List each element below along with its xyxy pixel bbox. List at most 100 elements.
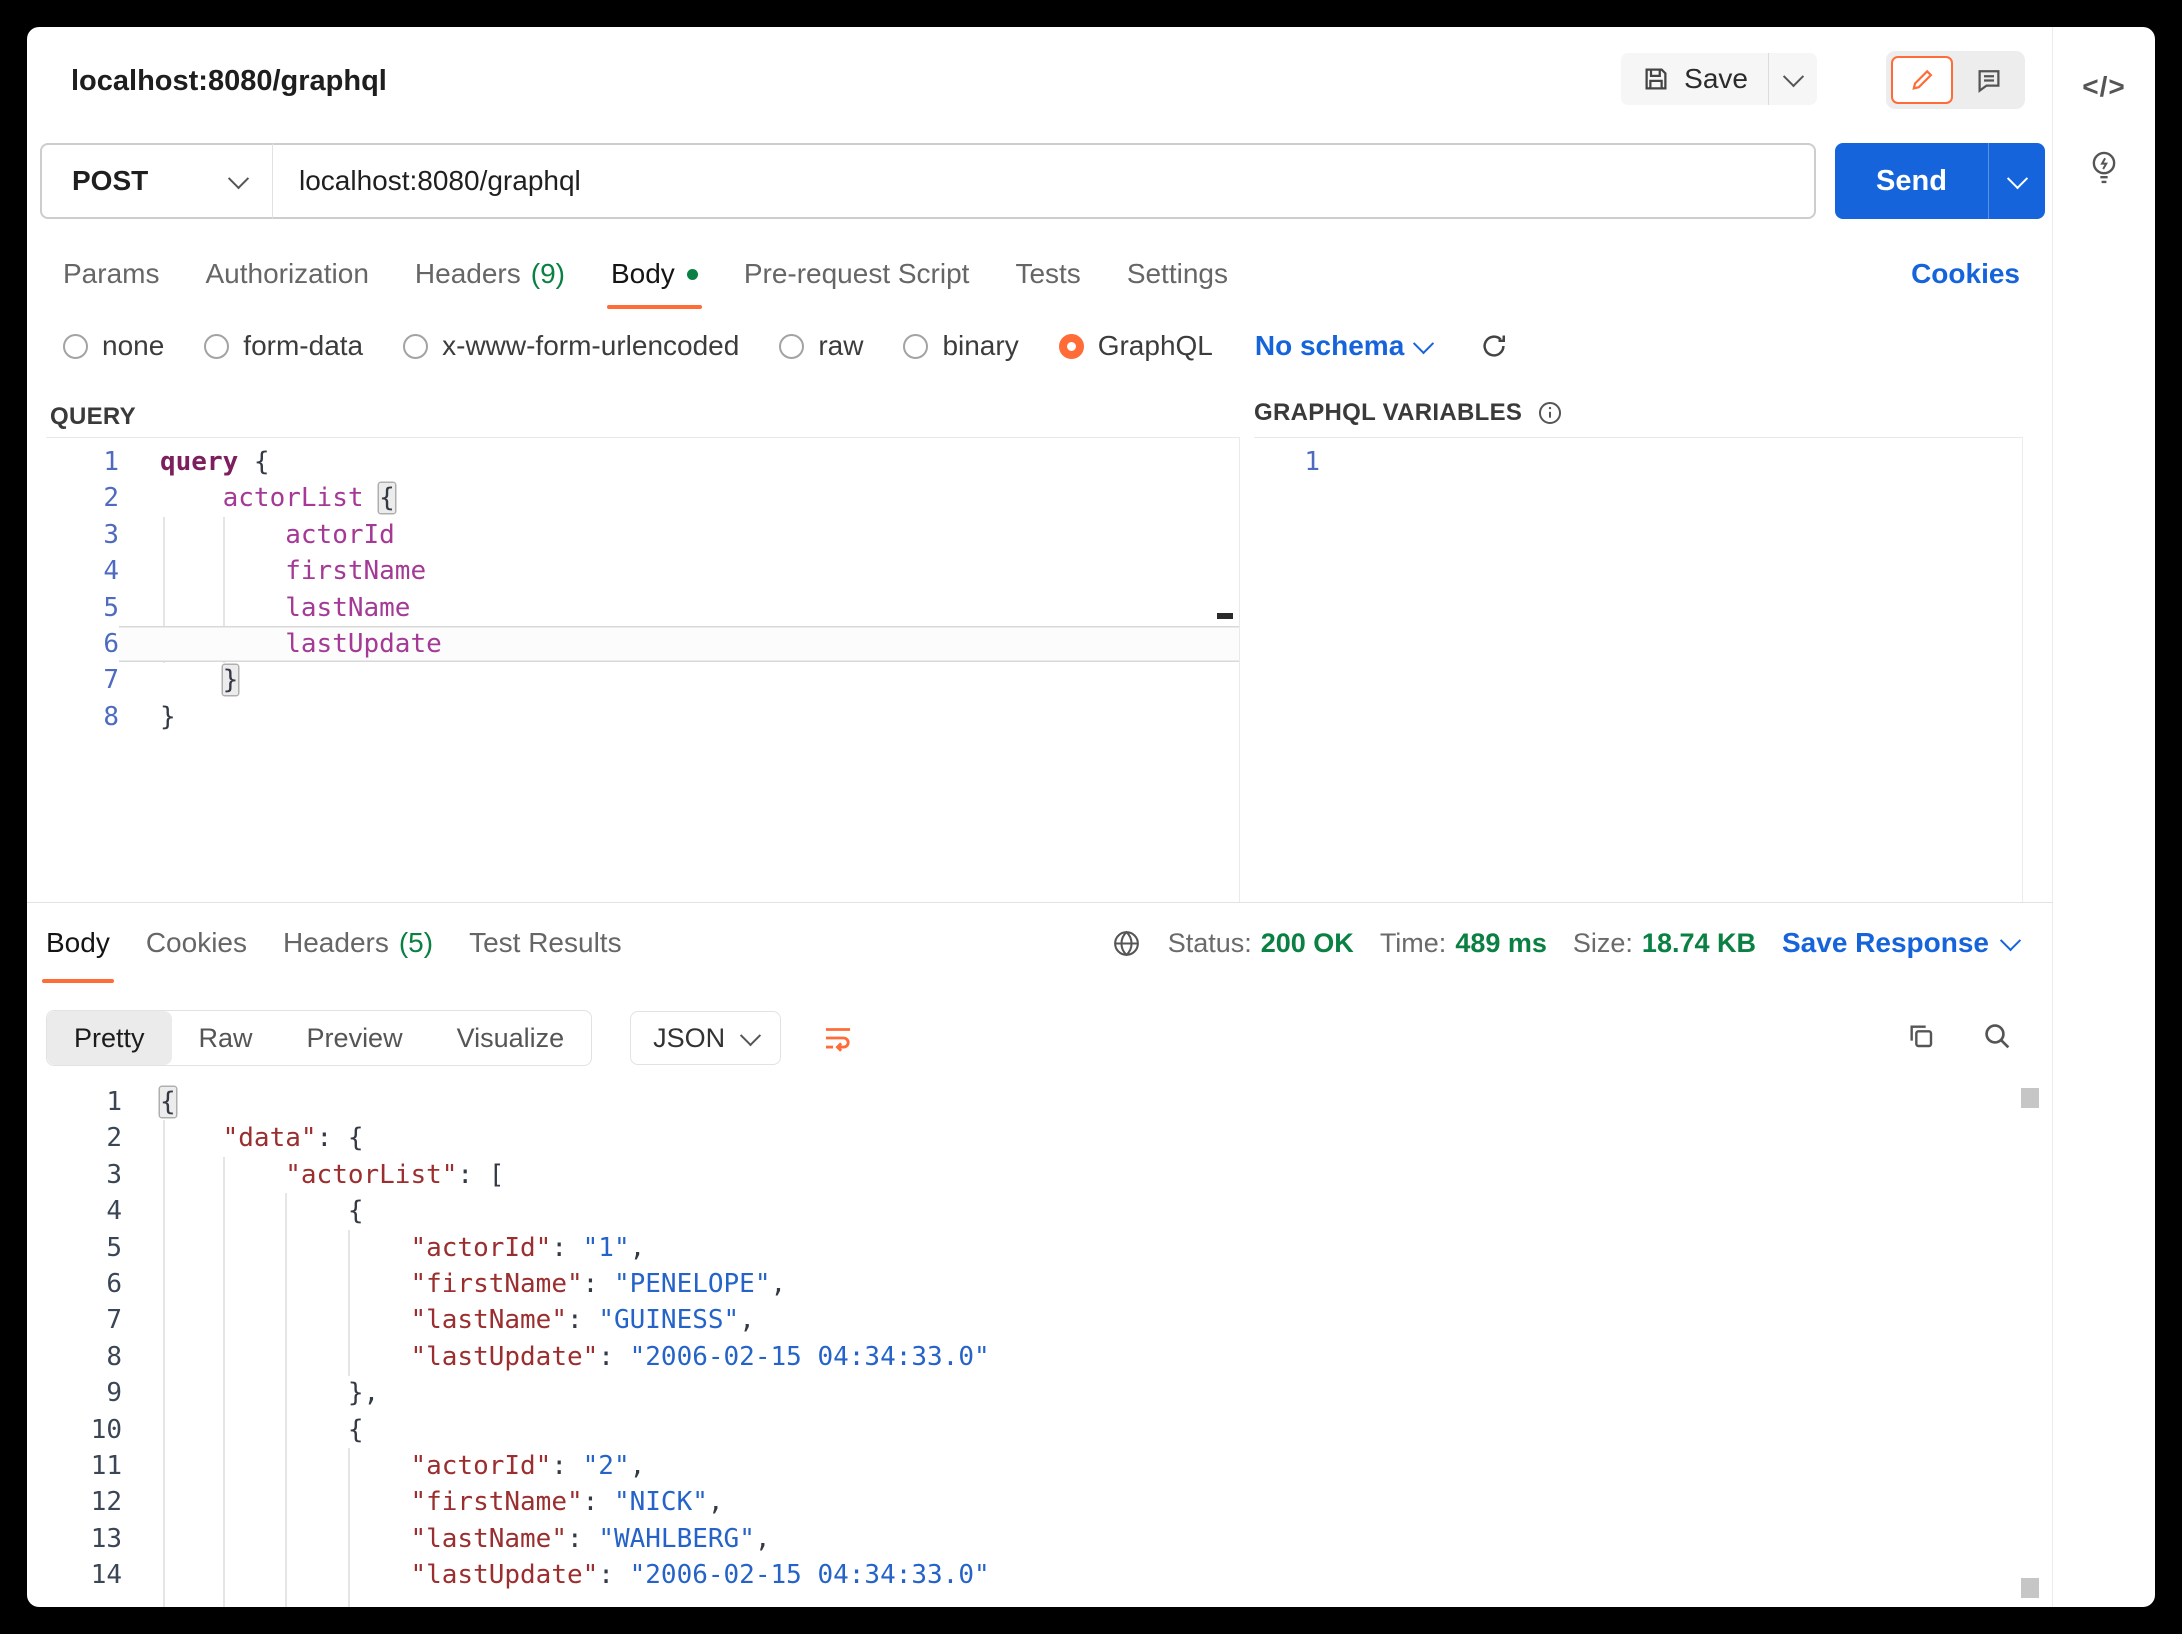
format-value: JSON — [653, 1023, 725, 1054]
send-label: Send — [1876, 165, 1947, 198]
comment-button[interactable] — [1958, 56, 2020, 104]
url-input[interactable]: localhost:8080/graphql — [273, 143, 1816, 219]
response-view-switch: Pretty Raw Preview Visualize — [46, 1010, 592, 1066]
request-title: localhost:8080/graphql — [71, 65, 387, 98]
refresh-schema-button[interactable] — [1479, 331, 1509, 361]
code-text: actorId — [119, 517, 1239, 553]
response-body-editor[interactable]: 1{2 "data": {3 "actorList": [4 {5 "actor… — [27, 1082, 2053, 1607]
line-number: 13 — [27, 1521, 122, 1557]
view-label: Pretty — [74, 1023, 145, 1054]
response-time: Time:489 ms — [1380, 928, 1547, 959]
body-mode-none[interactable]: none — [63, 330, 164, 362]
tab-pre-request-script[interactable]: Pre-request Script — [744, 239, 970, 309]
line-number: 3 — [46, 517, 119, 553]
body-mode-row: none form-data x-www-form-urlencoded raw bin… — [27, 315, 2053, 377]
response-tab-cookies[interactable]: Cookies — [146, 903, 247, 983]
line-number: 10 — [27, 1412, 122, 1448]
body-mode-x-www-form-urlencoded[interactable]: x-www-form-urlencoded — [403, 330, 739, 362]
line-number: 9 — [27, 1375, 122, 1411]
response-toolbar: Pretty Raw Preview Visualize JSON — [27, 999, 2053, 1077]
body-mode-raw[interactable]: raw — [779, 330, 863, 362]
tab-settings[interactable]: Settings — [1127, 239, 1228, 309]
chevron-down-icon — [1413, 333, 1434, 354]
line-number: 7 — [46, 662, 119, 698]
view-raw[interactable]: Raw — [172, 1011, 280, 1065]
info-icon[interactable] — [1536, 399, 1564, 427]
edit-button[interactable] — [1891, 56, 1953, 104]
body-mode-binary[interactable]: binary — [903, 330, 1018, 362]
save-button[interactable]: Save — [1621, 53, 1768, 105]
tab-label: Settings — [1127, 258, 1228, 290]
code-text: "lastUpdate": "2006-02-15 04:34:33.0" — [122, 1339, 2053, 1375]
query-editor[interactable]: 1query {2 actorList {3 actorId4 firstNam… — [46, 437, 1240, 902]
code-line-1: 1query { — [46, 444, 1239, 480]
line-number: 11 — [27, 1448, 122, 1484]
code-line-1: 1 — [1254, 444, 2022, 480]
code-line-2: 2 actorList { — [46, 480, 1239, 516]
size-value: 18.74 KB — [1642, 928, 1756, 959]
code-snippet-icon[interactable]: </> — [2082, 71, 2125, 103]
send-button[interactable]: Send — [1835, 143, 1988, 219]
schema-select[interactable]: No schema — [1255, 330, 1431, 362]
code-text: "firstName": "PENELOPE", — [122, 1266, 2053, 1302]
code-text: query { — [119, 444, 1239, 480]
view-visualize[interactable]: Visualize — [430, 1011, 592, 1065]
request-header: localhost:8080/graphql Save — [27, 27, 2053, 133]
view-pretty[interactable]: Pretty — [47, 1011, 172, 1065]
tab-authorization[interactable]: Authorization — [205, 239, 368, 309]
save-response-button[interactable]: Save Response — [1782, 927, 2018, 959]
search-button[interactable] — [1981, 1020, 2013, 1057]
code-line-8: 8} — [46, 699, 1239, 735]
response-tab-test-results[interactable]: Test Results — [469, 903, 622, 983]
code-line-12: 12 "firstName": "NICK", — [27, 1484, 2053, 1520]
wrap-text-button[interactable] — [821, 1021, 855, 1055]
line-number: 8 — [27, 1339, 122, 1375]
code-text: "actorId": "2", — [122, 1448, 2053, 1484]
save-options-button[interactable] — [1768, 53, 1817, 105]
response-tab-body[interactable]: Body — [46, 903, 110, 983]
time-label: Time: — [1380, 928, 1447, 959]
mode-label: binary — [942, 330, 1018, 362]
tab-label: Pre-request Script — [744, 258, 970, 290]
line-number: 6 — [46, 626, 119, 662]
tab-label: Params — [63, 258, 159, 290]
graphql-editors: QUERY 1query {2 actorList {3 actorId4 fi… — [27, 391, 2053, 903]
lightbulb-icon[interactable] — [2087, 149, 2121, 192]
tab-headers[interactable]: Headers(9) — [415, 239, 565, 309]
tab-tests[interactable]: Tests — [1015, 239, 1080, 309]
status-label: Status: — [1168, 928, 1252, 959]
body-mode-form-data[interactable]: form-data — [204, 330, 363, 362]
format-select[interactable]: JSON — [630, 1011, 781, 1065]
response-size: Size:18.74 KB — [1573, 928, 1756, 959]
code-text: lastName — [119, 590, 1239, 626]
view-preview[interactable]: Preview — [280, 1011, 430, 1065]
line-number: 4 — [27, 1193, 122, 1229]
view-label: Preview — [307, 1023, 403, 1054]
tab-body[interactable]: Body — [611, 239, 698, 309]
variables-editor[interactable]: 1 — [1254, 437, 2023, 902]
method-select[interactable]: POST — [40, 143, 273, 219]
mode-label: raw — [818, 330, 863, 362]
body-mode-graphql[interactable]: GraphQL — [1059, 330, 1213, 362]
tab-count: (5) — [399, 927, 433, 959]
chevron-down-icon — [1782, 66, 1803, 87]
code-text: "lastUpdate": "2006-02-15 04:34:33.0" — [122, 1557, 2053, 1593]
copy-button[interactable] — [1905, 1020, 1937, 1057]
code-text: { — [122, 1412, 2053, 1448]
code-line-6: 6 "firstName": "PENELOPE", — [27, 1266, 2053, 1302]
line-number: 1 — [27, 1084, 122, 1120]
send-options-button[interactable] — [1988, 143, 2045, 219]
cookies-link[interactable]: Cookies — [1911, 258, 2020, 290]
request-url-row: POST localhost:8080/graphql Send — [40, 143, 2045, 219]
schema-label: No schema — [1255, 330, 1404, 362]
response-meta: Status: 200 OK Time:489 ms Size:18.74 KB Sav… — [1111, 927, 2018, 959]
line-number: 7 — [27, 1302, 122, 1338]
radio-icon — [779, 334, 804, 359]
tab-params[interactable]: Params — [63, 239, 159, 309]
status-value: 200 OK — [1261, 928, 1354, 959]
globe-icon — [1111, 928, 1142, 959]
code-line-5: 5 lastName — [46, 590, 1239, 626]
request-tabs: Params Authorization Headers(9) Body Pre-req… — [27, 239, 2053, 309]
radio-icon — [204, 334, 229, 359]
response-tab-headers[interactable]: Headers(5) — [283, 903, 433, 983]
